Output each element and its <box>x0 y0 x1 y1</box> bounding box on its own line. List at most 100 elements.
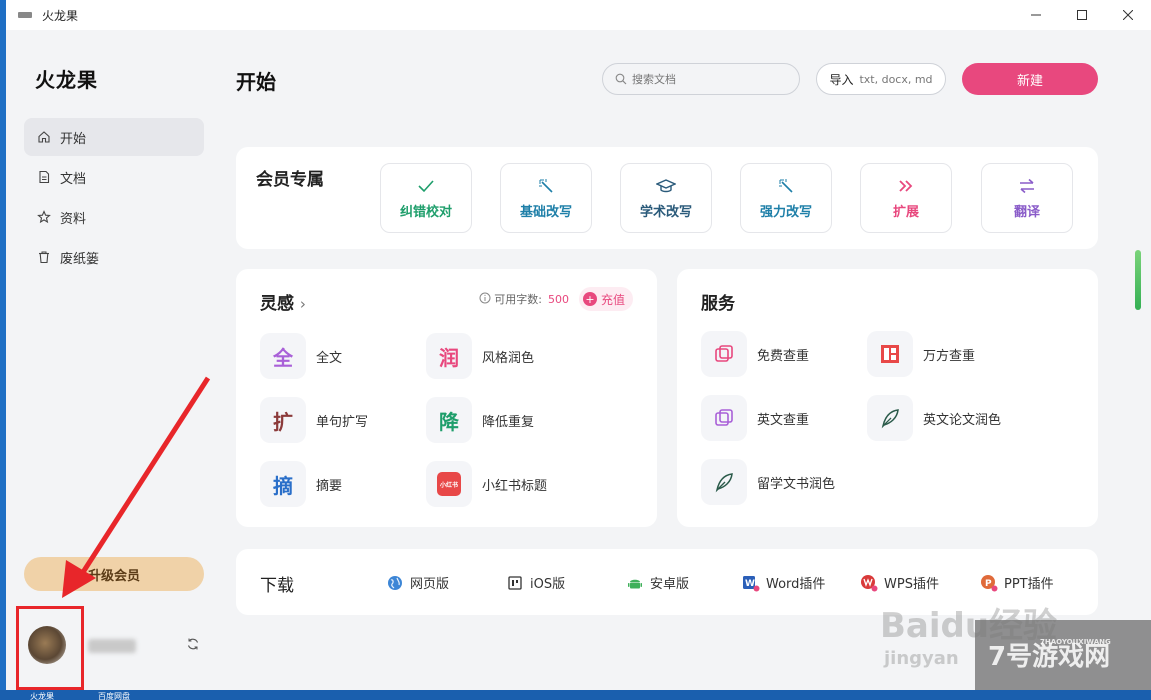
download-ppt-plugin[interactable]: P PPT插件 <box>980 573 1054 592</box>
tool-basic-rewrite[interactable]: 基础改写 <box>500 163 592 233</box>
document-icon <box>36 169 52 185</box>
recharge-button[interactable]: + 充值 <box>578 287 633 311</box>
feature-reduce-duplication[interactable]: 降 降低重复 <box>426 397 534 443</box>
page-title: 开始 <box>236 70 276 94</box>
svg-text:P: P <box>985 579 992 589</box>
import-button[interactable]: 导入 txt, docx, md <box>816 63 946 95</box>
globe-icon <box>386 574 404 592</box>
home-icon <box>36 129 52 145</box>
wps-icon <box>860 574 878 592</box>
download-label: PPT插件 <box>1004 577 1054 592</box>
minimize-button[interactable] <box>1013 0 1059 30</box>
service-label: 英文查重 <box>757 412 810 428</box>
sidebar-item-home[interactable]: 开始 <box>24 118 204 156</box>
inspiration-title[interactable]: 灵感 › <box>260 289 306 314</box>
app-logo: 火龙果 <box>35 68 98 92</box>
member-section-title: 会员专属 <box>256 170 324 190</box>
service-english-paper-polish[interactable]: 英文论文润色 <box>867 395 1001 441</box>
new-document-button[interactable]: 新建 <box>962 63 1098 95</box>
recharge-label: 充值 <box>600 292 625 307</box>
tool-strong-rewrite[interactable]: 强力改写 <box>740 163 832 233</box>
feature-label: 摘要 <box>316 478 343 494</box>
feather-pen-icon <box>701 459 747 505</box>
ppt-icon: P <box>980 574 998 592</box>
download-label: iOS版 <box>530 577 566 592</box>
tool-label: 翻译 <box>1013 205 1040 220</box>
sidebar: 火龙果 开始 文档 资料 废纸篓 升级会员 <box>6 30 218 690</box>
reduce-icon: 降 <box>426 397 472 443</box>
scrollbar-thumb[interactable] <box>1135 250 1141 310</box>
window-title: 火龙果 <box>42 8 79 23</box>
magic-wand-icon <box>538 176 554 196</box>
feature-style-polish[interactable]: 润 风格润色 <box>426 333 534 379</box>
close-icon <box>1123 10 1133 20</box>
full-text-icon: 全 <box>260 333 306 379</box>
feature-label: 小红书标题 <box>482 478 548 494</box>
username-redacted <box>88 639 136 653</box>
xiaohongshu-logo-text: 小红书 <box>437 472 461 496</box>
download-web[interactable]: 网页版 <box>386 573 449 592</box>
sidebar-item-label: 文档 <box>60 171 87 187</box>
feature-xiaohongshu-title[interactable]: 小红书 小红书标题 <box>426 461 547 507</box>
trash-icon <box>36 249 52 265</box>
download-label: Word插件 <box>766 577 826 592</box>
available-words: 可用字数: 500 + 充值 <box>479 287 633 311</box>
download-word-plugin[interactable]: W Word插件 <box>742 573 825 592</box>
tool-label: 扩展 <box>892 205 919 220</box>
upgrade-member-button[interactable]: 升级会员 <box>24 557 204 591</box>
sidebar-item-trash[interactable]: 废纸篓 <box>24 238 204 276</box>
swap-arrows-icon <box>1018 176 1036 196</box>
download-label: WPS插件 <box>884 577 939 592</box>
window-controls <box>1013 0 1151 30</box>
close-button[interactable] <box>1105 0 1151 30</box>
feature-sentence-expand[interactable]: 扩 单句扩写 <box>260 397 368 443</box>
app-icon <box>18 12 32 18</box>
taskbar-item[interactable]: 百度网盘 <box>98 691 130 700</box>
service-label: 留学文书润色 <box>757 476 836 492</box>
inspiration-title-text: 灵感 <box>260 294 294 314</box>
maximize-button[interactable] <box>1059 0 1105 30</box>
download-label: 安卓版 <box>650 577 690 592</box>
inspiration-card: 灵感 › 可用字数: 500 + 充值 全 全文 润 风格润色 扩 单句扩写 降… <box>236 269 657 527</box>
sidebar-item-materials[interactable]: 资料 <box>24 198 204 236</box>
service-free-check[interactable]: 免费查重 <box>701 331 809 377</box>
download-ios[interactable]: iOS版 <box>506 573 565 592</box>
title-bar: 火龙果 <box>6 0 1151 30</box>
search-box[interactable] <box>602 63 800 95</box>
star-icon <box>36 209 52 225</box>
plus-icon: + <box>582 292 597 306</box>
service-english-check[interactable]: 英文查重 <box>701 395 809 441</box>
tool-label: 学术改写 <box>639 205 692 220</box>
copy-check-icon <box>701 395 747 441</box>
service-study-abroad-polish[interactable]: 留学文书润色 <box>701 459 835 505</box>
tool-translate[interactable]: 翻译 <box>981 163 1073 233</box>
app-window: 火龙果 火龙果 开始 文档 资料 废纸篓 升级会员 开始 搜索文档 导入 txt… <box>6 0 1151 690</box>
ios-icon <box>506 574 524 592</box>
tool-expand[interactable]: 扩展 <box>860 163 952 233</box>
download-wps-plugin[interactable]: WPS插件 <box>860 573 939 592</box>
copy-check-icon <box>701 331 747 377</box>
available-words-label: 可用字数: <box>494 293 542 306</box>
chevron-right-icon: › <box>299 295 306 313</box>
feature-summary[interactable]: 摘 摘要 <box>260 461 342 507</box>
download-title: 下载 <box>260 576 294 596</box>
download-android[interactable]: 安卓版 <box>626 573 689 592</box>
tool-label: 基础改写 <box>519 205 572 220</box>
import-label: 导入 <box>829 72 854 87</box>
watermark-jingyan: jingyan <box>884 648 959 669</box>
tool-academic-rewrite[interactable]: 学术改写 <box>620 163 712 233</box>
service-wanfang-check[interactable]: 万方查重 <box>867 331 975 377</box>
sync-icon[interactable] <box>184 635 202 653</box>
feature-full-text[interactable]: 全 全文 <box>260 333 342 379</box>
sidebar-item-documents[interactable]: 文档 <box>24 158 204 196</box>
feature-label: 降低重复 <box>482 414 535 430</box>
search-input[interactable] <box>632 72 782 86</box>
minimize-icon <box>1031 14 1041 16</box>
taskbar-item[interactable]: 火龙果 <box>30 691 54 700</box>
tool-proofread[interactable]: 纠错校对 <box>380 163 472 233</box>
expand-icon: 扩 <box>260 397 306 443</box>
feature-label: 单句扩写 <box>316 414 369 430</box>
graduation-cap-icon <box>656 176 676 196</box>
sidebar-item-label: 废纸篓 <box>60 251 100 267</box>
magic-wand-icon <box>778 176 794 196</box>
